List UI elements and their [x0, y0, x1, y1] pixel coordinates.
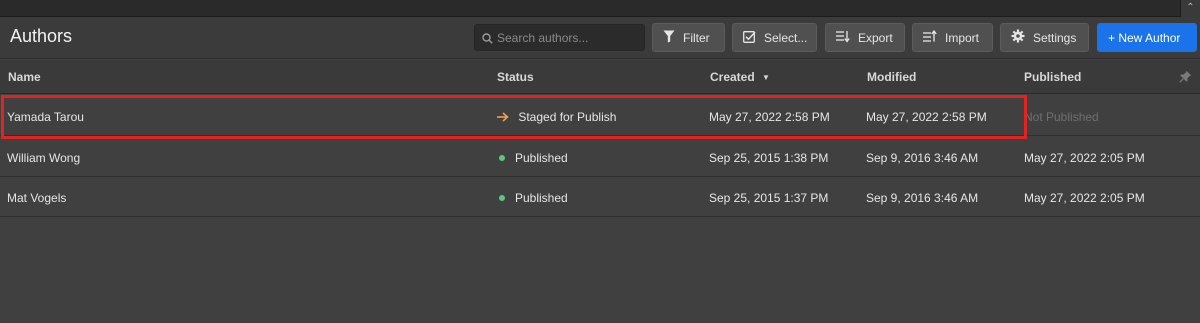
table-row[interactable]: William Wong Published Sep 25, 2015 1:38… — [0, 137, 1200, 177]
filter-button[interactable]: Filter — [652, 23, 725, 52]
created-date: May 27, 2022 2:58 PM — [709, 110, 830, 124]
column-header-published[interactable]: Published — [1024, 70, 1081, 84]
export-icon — [836, 30, 850, 46]
column-header-created-label: Created — [710, 70, 755, 84]
arrow-right-icon — [497, 110, 518, 124]
status-cell: Published — [499, 191, 568, 205]
settings-label: Settings — [1033, 30, 1077, 45]
select-button[interactable]: Select... — [732, 23, 817, 52]
modified-date: Sep 9, 2016 3:46 AM — [866, 151, 979, 165]
column-header-created[interactable]: Created ▼ — [710, 70, 770, 84]
new-author-button[interactable]: + New Author — [1097, 23, 1197, 52]
search-input[interactable] — [497, 28, 642, 47]
gear-icon — [1011, 29, 1025, 46]
status-label: Published — [515, 191, 568, 205]
pin-icon[interactable] — [1179, 70, 1192, 88]
checkbox-icon — [743, 30, 756, 46]
dot-icon — [499, 194, 505, 201]
export-label: Export — [858, 30, 893, 45]
status-label: Published — [515, 151, 568, 165]
published-date: Not Published — [1024, 110, 1099, 124]
settings-button[interactable]: Settings — [1000, 23, 1089, 52]
published-date: May 27, 2022 2:05 PM — [1024, 191, 1145, 205]
funnel-icon — [663, 30, 675, 46]
column-header-modified[interactable]: Modified — [867, 70, 916, 84]
search-box[interactable] — [474, 24, 645, 51]
search-icon — [482, 31, 493, 49]
status-label: Staged for Publish — [518, 110, 617, 124]
column-header-name[interactable]: Name — [8, 70, 41, 84]
toolbar: Authors Filter Select... Export Import — [0, 17, 1200, 59]
status-cell: Staged for Publish — [497, 110, 616, 124]
sort-desc-icon: ▼ — [762, 73, 770, 82]
import-label: Import — [945, 30, 980, 45]
dot-icon — [499, 154, 505, 161]
new-author-label: + New Author — [1108, 30, 1181, 45]
import-button[interactable]: Import — [912, 23, 993, 52]
window-top-bar: ⌃ — [0, 0, 1200, 17]
select-label: Select... — [764, 30, 808, 45]
status-cell: Published — [499, 151, 568, 165]
created-date: Sep 25, 2015 1:38 PM — [709, 151, 829, 165]
author-name[interactable]: Mat Vogels — [7, 191, 66, 205]
page-title: Authors — [10, 26, 73, 46]
author-name[interactable]: Yamada Tarou — [7, 110, 84, 124]
published-date: May 27, 2022 2:05 PM — [1024, 151, 1145, 165]
created-date: Sep 25, 2015 1:37 PM — [709, 191, 829, 205]
author-name[interactable]: William Wong — [7, 151, 80, 165]
filter-label: Filter — [683, 30, 710, 45]
table-header: Name Status Created ▼ Modified Published — [0, 60, 1200, 94]
modified-date: Sep 9, 2016 3:46 AM — [866, 191, 979, 205]
collapse-icon[interactable]: ⌃ — [1180, 0, 1200, 17]
column-header-status[interactable]: Status — [497, 70, 534, 84]
table-row[interactable]: Mat Vogels Published Sep 25, 2015 1:37 P… — [0, 177, 1200, 217]
export-button[interactable]: Export — [825, 23, 905, 52]
modified-date: May 27, 2022 2:58 PM — [866, 110, 987, 124]
import-icon — [923, 29, 937, 46]
table-row[interactable]: Yamada Tarou Staged for Publish May 27, … — [0, 96, 1200, 136]
